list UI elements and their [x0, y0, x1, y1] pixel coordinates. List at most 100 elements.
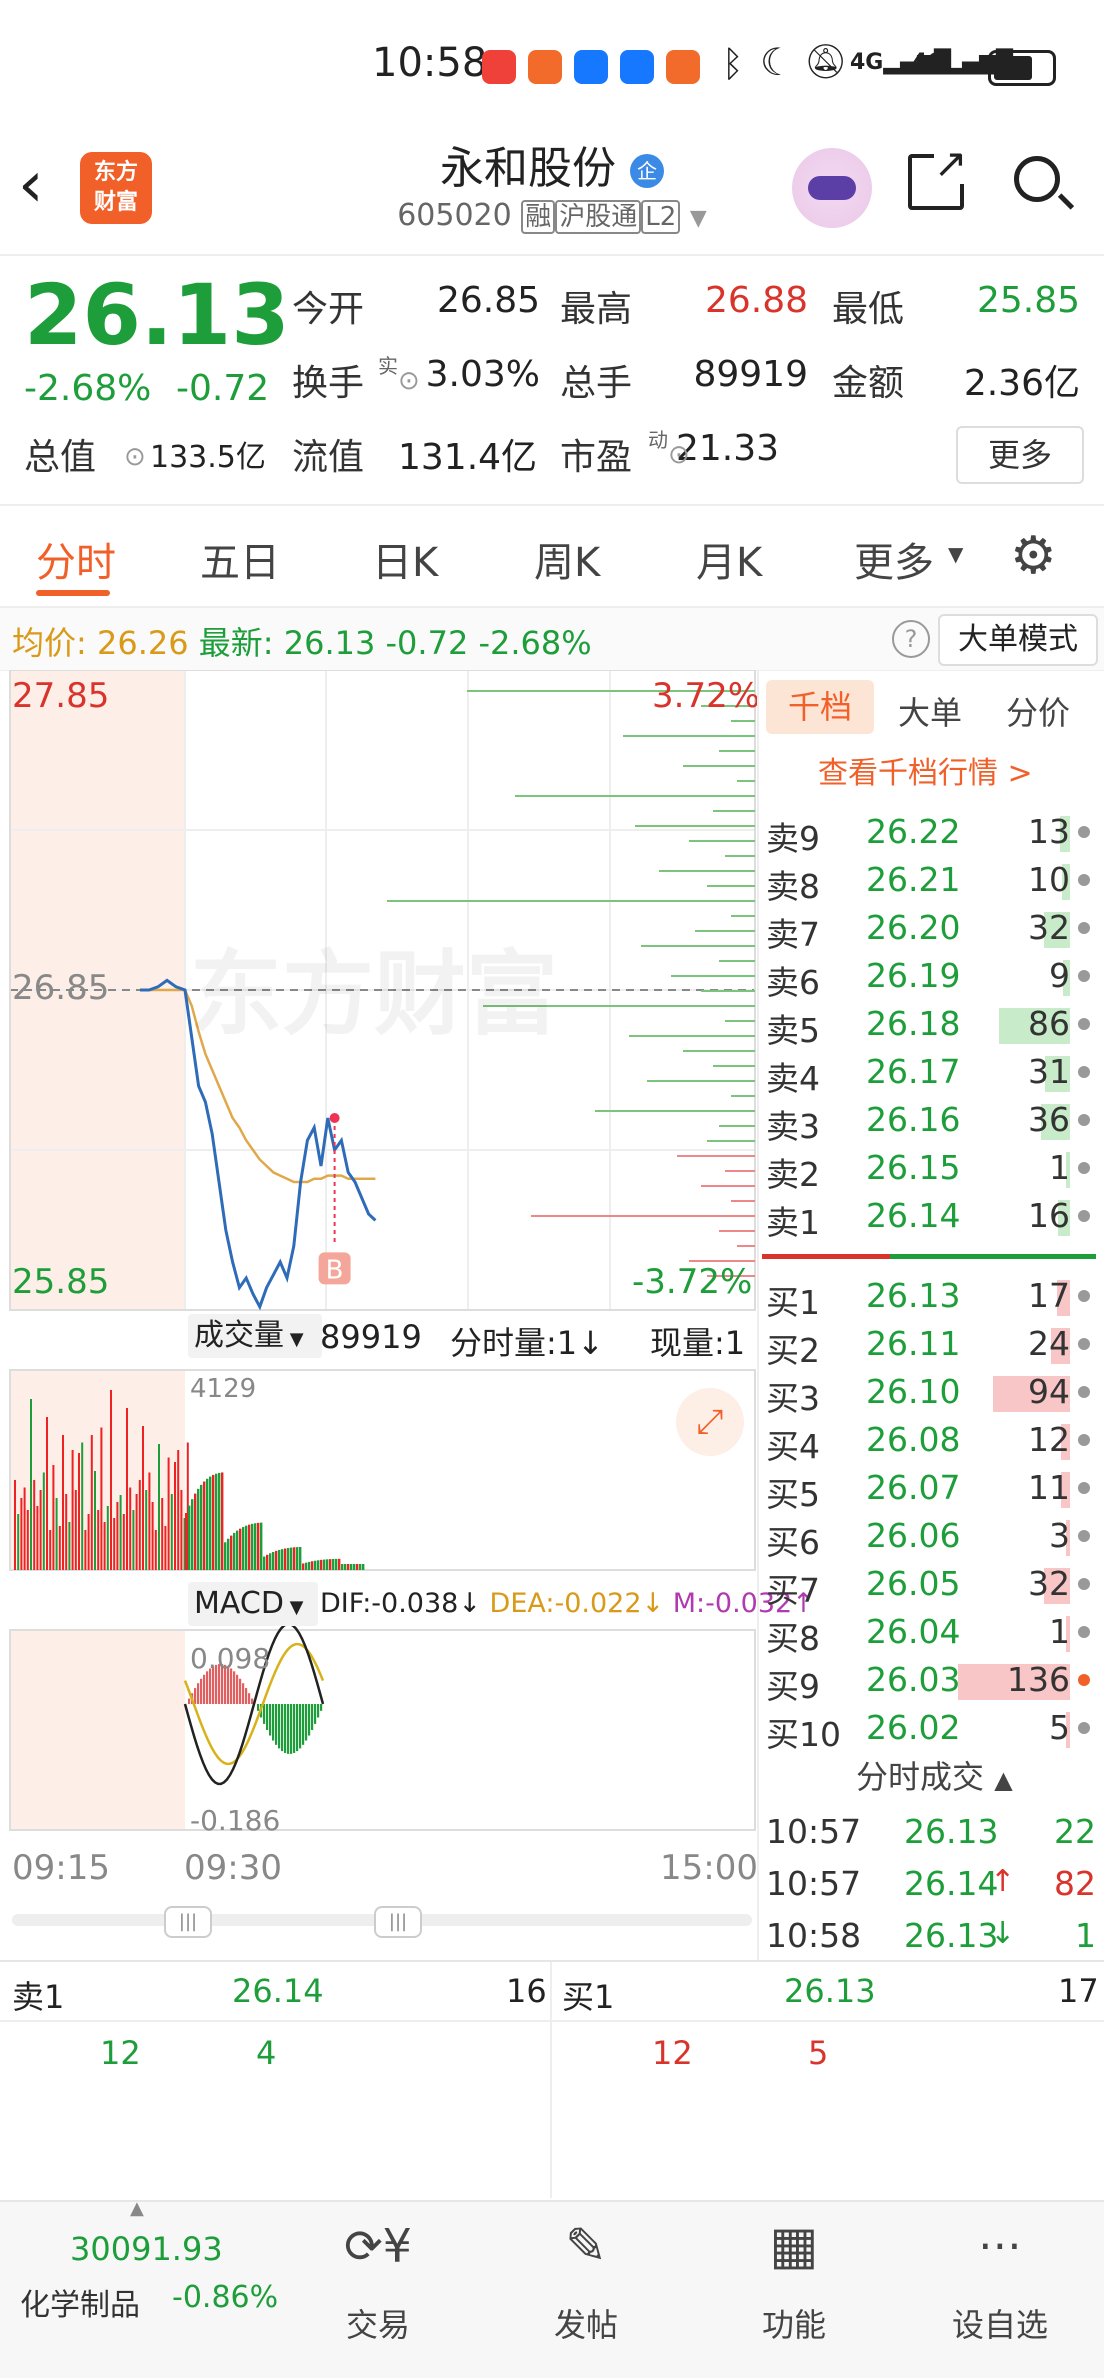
- volume-bar: [103, 1522, 106, 1570]
- macd-histogram-bar: [314, 1704, 317, 1724]
- nav-post[interactable]: 发帖: [516, 2300, 656, 2346]
- volume-bar: [308, 1561, 311, 1570]
- volume-bar: [36, 1506, 39, 1570]
- price-ref-label: 26.85: [12, 968, 110, 1008]
- info-circle-icon[interactable]: ⊙: [668, 440, 690, 470]
- latest-pct: -2.68%: [478, 624, 592, 662]
- index-value[interactable]: 30091.93: [70, 2230, 223, 2268]
- depth-bar: [695, 930, 755, 932]
- more-dots-icon[interactable]: ⋯: [930, 2206, 1070, 2286]
- share-icon[interactable]: ↗: [908, 144, 968, 210]
- orderbook-volume: 11: [1028, 1468, 1070, 1507]
- assistant-avatar[interactable]: [792, 148, 872, 228]
- volume-bar: [320, 1559, 323, 1570]
- volume-bar: [311, 1561, 314, 1570]
- volume-bar: [305, 1562, 308, 1570]
- trades-header[interactable]: 分时成交 ▲: [856, 1752, 1013, 1798]
- orderbook-price: 26.15: [866, 1148, 961, 1187]
- orderbook-price: 26.07: [866, 1468, 961, 1507]
- tab-price-distribution[interactable]: 分价: [1006, 688, 1070, 734]
- bottom-bid-label: 买1: [562, 1978, 615, 2016]
- macd-histogram-bar: [278, 1704, 281, 1749]
- tab-orderbook-depth[interactable]: 千档: [766, 680, 874, 734]
- status-dot-icon: [1078, 1114, 1090, 1126]
- volume-bar: [58, 1526, 61, 1570]
- volume-bar: [242, 1527, 245, 1570]
- help-icon[interactable]: ?: [892, 620, 930, 658]
- orderbook-level-label: 卖4: [766, 1059, 820, 1098]
- divider: [0, 1960, 1104, 1962]
- search-icon[interactable]: [1014, 156, 1075, 210]
- volume-bar: [81, 1442, 84, 1570]
- tab-0[interactable]: 分时: [36, 530, 116, 588]
- bottom-ask-vol: 16: [506, 1972, 547, 2010]
- volume-bar: [129, 1487, 132, 1570]
- orderbook-level-label: 买2: [766, 1331, 820, 1370]
- divider: [550, 1962, 552, 2198]
- depth-bar: [701, 1185, 755, 1187]
- moon-icon: ☾: [760, 40, 795, 84]
- depth-bar: [725, 1020, 755, 1022]
- volume-bar: [248, 1524, 251, 1570]
- volume-bar: [332, 1558, 335, 1570]
- info-circle-icon[interactable]: ⊙: [398, 366, 420, 396]
- volume-max-label: 4129: [190, 1374, 257, 1404]
- view-depth-link[interactable]: 查看千档行情 >: [818, 748, 1033, 792]
- volume-bar: [174, 1462, 176, 1570]
- volume-bar: [200, 1484, 203, 1570]
- volume-bar: [296, 1547, 299, 1570]
- volume-bar: [106, 1506, 109, 1570]
- tab-5[interactable]: 更多: [854, 530, 934, 588]
- tab-2[interactable]: 日K: [372, 530, 438, 588]
- orderbook-volume: 1: [1049, 1148, 1070, 1187]
- orderbook-price: 26.06: [866, 1516, 961, 1555]
- volume-bar: [278, 1549, 281, 1570]
- nav-add-watchlist[interactable]: 设自选: [930, 2300, 1070, 2346]
- volume-bar: [39, 1490, 42, 1570]
- volume-bar: [323, 1559, 326, 1570]
- depth-bar: [689, 840, 755, 842]
- tab-4[interactable]: 月K: [696, 530, 762, 588]
- watermark: 东方财富: [190, 941, 559, 1048]
- quote-field-value: 133.5亿: [150, 440, 266, 475]
- index-name[interactable]: 化学制品: [20, 2280, 140, 2324]
- pct-high-label: 3.72%: [652, 676, 761, 716]
- tab-big-orders[interactable]: 大单: [898, 688, 962, 734]
- range-handle-right[interactable]: |||: [374, 1906, 422, 1938]
- big-order-mode-button[interactable]: 大单模式: [938, 614, 1098, 666]
- tab-3[interactable]: 周K: [534, 530, 600, 588]
- alipay-icon: [574, 50, 608, 84]
- volume-bar: [230, 1535, 233, 1570]
- info-circle-icon[interactable]: ⊙: [124, 442, 146, 472]
- macd-histogram-bar: [272, 1704, 275, 1741]
- range-handle-left[interactable]: |||: [164, 1906, 212, 1938]
- nav-trade[interactable]: 交易: [308, 2300, 448, 2346]
- macd-histogram-bar: [200, 1678, 203, 1704]
- macd-histogram-bar: [245, 1688, 248, 1704]
- change-value: -0.72: [176, 368, 270, 409]
- volume-bar: [326, 1559, 329, 1570]
- orderbook-price: 26.11: [866, 1324, 961, 1363]
- settings-gear-icon[interactable]: ⚙: [1010, 526, 1057, 586]
- status-dot-icon: [1078, 1578, 1090, 1590]
- more-button[interactable]: 更多: [956, 426, 1084, 484]
- volume-bar: [78, 1453, 80, 1570]
- current-price: 26.13: [24, 266, 290, 364]
- volume-bar: [87, 1514, 90, 1570]
- trade-yuan-icon[interactable]: ⟳¥: [308, 2206, 448, 2286]
- orderbook-price: 26.05: [866, 1564, 961, 1603]
- macd-selector[interactable]: MACD ▼: [188, 1582, 318, 1626]
- tab-1[interactable]: 五日: [200, 530, 280, 588]
- expand-icon[interactable]: ⤢: [676, 1388, 744, 1456]
- macd-histogram-bar: [248, 1693, 251, 1704]
- macd-histogram-bar: [236, 1674, 239, 1704]
- volume-selector[interactable]: 成交量 ▼: [188, 1314, 322, 1358]
- orderbook-volume: 5: [1049, 1708, 1070, 1747]
- nav-functions[interactable]: 功能: [724, 2300, 864, 2346]
- chart-area[interactable]: B: [0, 670, 760, 1960]
- volume-bar: [233, 1532, 236, 1570]
- orderbook-volume: 36: [1028, 1100, 1070, 1139]
- post-edit-icon[interactable]: ✎: [516, 2206, 656, 2286]
- functions-grid-icon[interactable]: ▦: [724, 2206, 864, 2286]
- depth-bar: [595, 1110, 755, 1112]
